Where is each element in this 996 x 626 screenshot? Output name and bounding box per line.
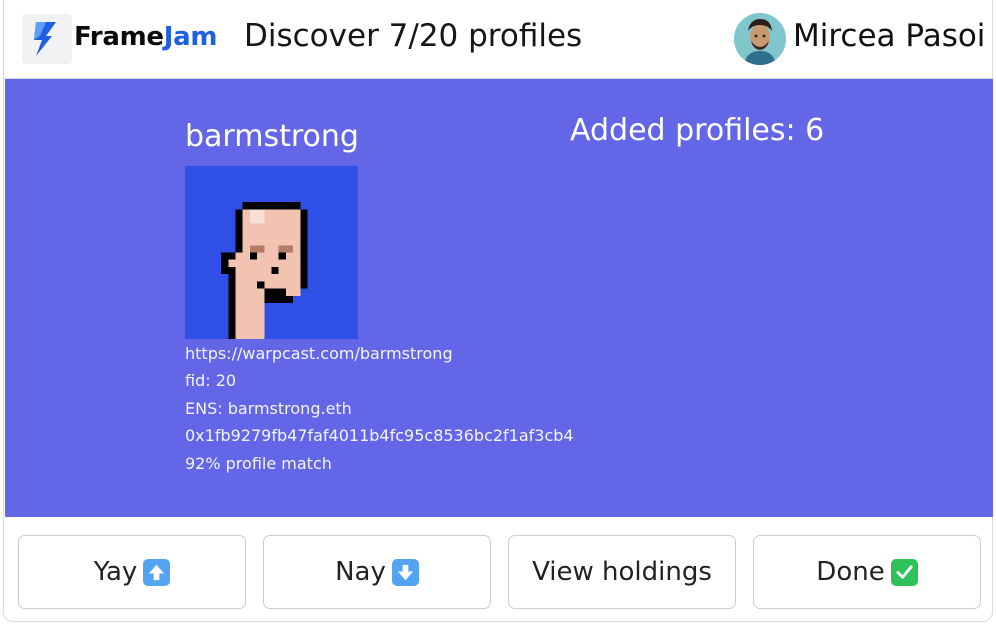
profile-username: barmstrong [185, 119, 359, 154]
action-bar: Yay Nay View holdings Done [4, 517, 992, 621]
profile-address: 0x1fb9279fb47faf4011b4fc95c8536bc2f1af3c… [185, 426, 574, 445]
nay-button-label: Nay [335, 557, 386, 587]
profile-ens: ENS: barmstrong.eth [185, 399, 352, 418]
frame-card: FrameJam Discover 7/20 profiles Mircea P… [3, 0, 993, 622]
brand-part-jam: Jam [163, 22, 218, 52]
profile-panel: barmstrong Added profiles: 6 https://war… [5, 79, 993, 517]
profile-fid: fid: 20 [185, 371, 237, 390]
profile-url[interactable]: https://warpcast.com/barmstrong [185, 344, 453, 363]
page-title: Discover 7/20 profiles [244, 18, 583, 54]
added-profiles-count: Added profiles: 6 [570, 113, 825, 148]
brand-part-frame: Frame [74, 22, 164, 52]
yay-button[interactable]: Yay [18, 535, 246, 609]
profile-picture [185, 166, 358, 339]
done-button-label: Done [816, 557, 885, 587]
view-holdings-button[interactable]: View holdings [508, 535, 736, 609]
up-arrow-icon [143, 558, 171, 586]
brand-name: FrameJam [74, 22, 217, 52]
nay-button[interactable]: Nay [263, 535, 491, 609]
down-arrow-icon [391, 558, 419, 586]
done-button[interactable]: Done [753, 535, 981, 609]
view-holdings-button-label: View holdings [532, 557, 712, 587]
user-name[interactable]: Mircea Pasoi [793, 18, 985, 54]
check-mark-icon [890, 558, 918, 586]
user-avatar[interactable] [734, 13, 786, 65]
framejam-logo-icon [22, 14, 72, 64]
yay-button-label: Yay [93, 557, 138, 587]
header-bar: FrameJam Discover 7/20 profiles Mircea P… [4, 0, 992, 79]
profile-match: 92% profile match [185, 454, 332, 473]
